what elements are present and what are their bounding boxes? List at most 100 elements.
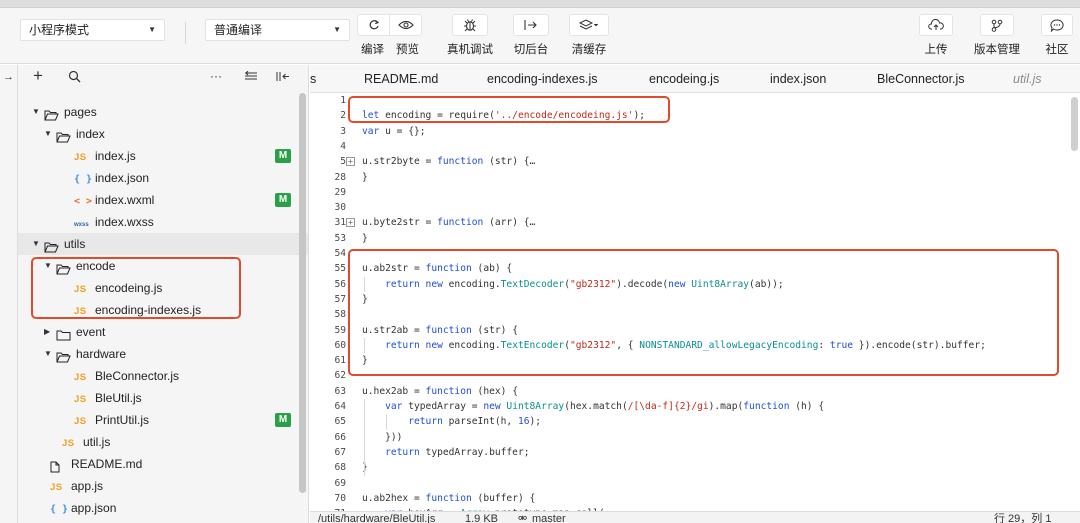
remote-debug-button[interactable]: 真机调试 [445,14,495,57]
indent-guide [364,276,365,292]
line-number: 54 [334,248,346,259]
tree-item-bleconnector-js[interactable]: JS BleConnector.js [18,365,308,387]
code-line: })) [362,431,403,443]
tree-item-index[interactable]: ▼ index [18,123,308,145]
chevron-down-icon[interactable]: ▼ [44,123,52,145]
clear-cache-button[interactable]: 清缓存 [567,14,611,57]
tab-index-json[interactable]: index.json [770,65,826,93]
add-file-icon[interactable]: + [33,66,43,86]
status-cursor-position[interactable]: 行 29，列 1 [994,514,1051,523]
switch-background-button[interactable]: 切后台 [510,14,552,57]
line-number: 1 [340,95,346,106]
tree-item-label: encoding-indexes.js [95,303,202,317]
status-branch[interactable]: master [532,514,566,523]
toolbar: 小程序模式 ▼ 普通编译 ▼ 编译 预览 真机调试 切后台 清缓存 上传 版本管… [0,8,1080,64]
collapse-panel-icon[interactable] [276,71,290,85]
line-number: 2 [340,110,346,122]
line-number: 64 [334,401,346,412]
chevron-down-icon[interactable]: ▼ [32,101,40,123]
tree-item-encode[interactable]: ▼ encode [18,255,308,277]
code-line: u.ab2hex = function (buffer) { [362,492,536,504]
line-number: 59 [334,324,346,336]
line-number: 53 [334,232,346,244]
chevron-down-icon[interactable]: ▼ [44,343,52,365]
search-icon[interactable] [68,70,81,86]
code-line: } [362,232,368,244]
tab-encoding-indexes[interactable]: encoding-indexes.js [487,65,598,93]
status-file-path[interactable]: /utils/hardware/BleUtil.js [318,514,435,523]
fold-expand-icon[interactable]: + [346,157,355,167]
line-number: 30 [334,202,346,214]
line-number: 68 [334,462,346,474]
more-icon[interactable]: ··· [210,69,222,83]
line-number-gutter: 1 2 3 4 5 28 29 30 31 53 54 55 56 57 58 59 60 61 62 63 64 65 6… [310,93,346,511]
chevron-down-icon[interactable]: ▼ [32,233,40,255]
code-editor[interactable]: 1 2 3 4 5 28 29 30 31 53 54 55 56 57 58 59 60 61 62 63 64 65 6… [310,93,1080,511]
tab-encodeing[interactable]: encodeing.js [649,65,719,93]
tree-item-util-js[interactable]: JS util.js [18,431,308,453]
line-number: 4 [340,140,346,152]
eye-icon[interactable] [389,15,421,35]
modified-badge: M [275,413,291,427]
upload-button[interactable]: 上传 [918,14,954,57]
preview-button[interactable]: 预览 [390,41,425,57]
tree-item-bleutil-js[interactable]: JS BleUtil.js [18,387,308,409]
tab-partial[interactable]: s [310,65,316,93]
upload-label: 上传 [924,44,948,56]
compile-preview-group: 编译 预览 [355,14,425,57]
tree-item-index-js[interactable]: JS index.js M [18,145,308,167]
version-control-button[interactable]: 版本管理 [971,14,1023,57]
file-explorer: + ··· ▼ pages ▼ index JS index.js M{ } index.js… [18,65,309,523]
collapse-arrow-icon[interactable]: → [3,71,14,83]
editor-scrollbar[interactable] [1071,97,1078,151]
tree-item-app-json[interactable]: { } app.json [18,497,308,519]
mode-select[interactable]: 小程序模式 ▼ [20,19,165,41]
explorer-header: + ··· [18,65,308,93]
code-line: } [362,355,368,367]
chevron-down-icon[interactable]: ▼ [44,255,52,277]
tree-item-index-wxss[interactable]: wxss index.wxss [18,211,308,233]
js-file-icon: JS [74,372,87,383]
tab-util-js[interactable]: util.js [1013,65,1041,93]
exit-arrow-icon [513,14,549,36]
line-number: 56 [334,278,346,290]
tree-item-utils[interactable]: ▼ utils [18,233,308,255]
line-number: 3 [340,125,346,137]
tab-bleconnector[interactable]: BleConnector.js [877,65,965,93]
tree-item-pages[interactable]: ▼ pages [18,101,308,123]
js-file-icon: JS [74,416,87,427]
line-number: 65 [334,416,346,428]
line-number: 31 [334,217,346,229]
window-title-strip [0,0,1080,8]
tree-item-index-wxml[interactable]: < > index.wxml M [18,189,308,211]
sort-icon[interactable] [244,70,258,84]
compile-button[interactable]: 编译 [355,41,390,57]
status-file-size: 1.9 KB [465,513,499,523]
line-number: 58 [334,309,346,321]
sidebar-scrollbar[interactable] [299,93,306,493]
refresh-icon[interactable] [358,15,389,35]
tree-item-label: index.js [95,149,136,163]
community-button[interactable]: 社区 [1040,14,1074,57]
fold-expand-icon[interactable]: + [346,218,355,228]
tree-item-label: encodeing.js [95,281,163,295]
tree-item-label: app.json [71,501,117,515]
chevron-right-icon[interactable]: ▶ [44,321,50,343]
tree-item-label: util.js [83,435,111,449]
compile-preview-icons [357,14,422,36]
code-line: var u = {}; [362,125,426,137]
tree-item-encoding-indexes-js[interactable]: JS encoding-indexes.js [18,299,308,321]
line-number: 29 [334,186,346,198]
tree-item-index-json[interactable]: { } index.json [18,167,308,189]
code-line: return new encoding.TextEncoder("gb2312"… [385,339,986,351]
tree-item-app-js[interactable]: JS app.js [18,475,308,497]
tree-item-printutil-js[interactable]: JS PrintUtil.js M [18,409,308,431]
compile-mode-select[interactable]: 普通编译 ▼ [205,19,350,41]
tree-item-encodeing-js[interactable]: JS encodeing.js [18,277,308,299]
js-file-icon: JS [74,284,87,295]
bug-icon [452,14,488,36]
tree-item-hardware[interactable]: ▼ hardware [18,343,308,365]
tab-readme[interactable]: README.md [364,65,438,93]
tree-item-event[interactable]: ▶ event [18,321,308,343]
tree-item-readme-md[interactable]: README.md [18,453,308,475]
